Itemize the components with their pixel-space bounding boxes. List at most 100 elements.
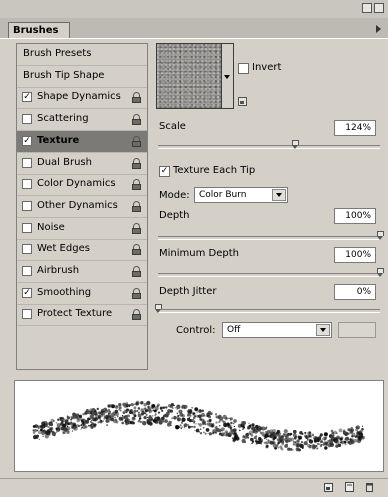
stroke-speck <box>221 430 223 432</box>
list-item[interactable]: Color Dynamics <box>17 174 147 197</box>
stroke-speck <box>141 412 144 416</box>
stroke-speck <box>144 412 147 415</box>
stroke-speck <box>319 433 323 437</box>
list-item[interactable]: Wet Edges <box>17 239 147 262</box>
stroke-speck <box>359 429 363 433</box>
flyout-menu-icon[interactable] <box>376 25 381 33</box>
stroke-speck <box>38 438 40 441</box>
list-item-checkbox[interactable] <box>22 157 32 168</box>
stroke-speck <box>206 414 209 418</box>
stroke-speck <box>191 418 195 423</box>
scale-slider-thumb[interactable] <box>292 140 300 149</box>
new-preset-icon[interactable] <box>238 97 247 106</box>
stroke-speck <box>107 413 110 416</box>
list-item[interactable]: Protect Texture <box>17 304 147 327</box>
list-item-checkbox[interactable]: ✓ <box>22 92 32 103</box>
list-item[interactable]: Scattering <box>17 109 147 132</box>
list-item-label: Brush Tip Shape <box>23 69 105 81</box>
scale-slider-track[interactable] <box>158 145 380 149</box>
stroke-speck <box>36 429 39 432</box>
control-select[interactable]: Off <box>222 322 332 338</box>
mode-select[interactable]: Color Burn <box>194 187 288 203</box>
list-item-checkbox[interactable] <box>22 179 32 190</box>
list-item-checkbox[interactable] <box>22 309 32 320</box>
list-item-checkbox[interactable] <box>22 244 32 255</box>
minimize-icon[interactable] <box>362 3 372 13</box>
depth-label: Depth <box>159 210 190 221</box>
stroke-speck <box>228 417 230 420</box>
depth-jitter-field[interactable]: 0% <box>334 284 376 300</box>
stroke-speck <box>277 446 280 449</box>
depth-field[interactable]: 100% <box>334 208 376 224</box>
depth-jitter-slider-track[interactable] <box>158 309 380 313</box>
stroke-speck <box>285 437 288 440</box>
stroke-speck <box>312 444 317 449</box>
lock-icon[interactable] <box>132 135 141 147</box>
minimum-depth-slider-track[interactable] <box>158 273 380 277</box>
list-item[interactable]: Other Dynamics <box>17 196 147 218</box>
stroke-speck <box>181 414 185 418</box>
list-item-checkbox[interactable] <box>22 200 32 211</box>
pattern-picker-button[interactable] <box>222 43 234 109</box>
invert-checkbox[interactable] <box>238 63 249 74</box>
list-item-checkbox[interactable]: ✓ <box>22 287 32 298</box>
list-item-checkbox[interactable] <box>22 266 32 276</box>
depth-slider-thumb[interactable] <box>376 231 384 240</box>
stroke-speck <box>93 423 97 427</box>
stroke-speck <box>122 402 126 407</box>
lock-icon[interactable] <box>132 266 141 277</box>
lock-icon[interactable] <box>132 157 141 169</box>
stroke-speck <box>147 406 150 409</box>
list-item[interactable]: Airbrush <box>17 261 147 283</box>
list-item[interactable]: ✓ Texture <box>17 130 147 153</box>
stroke-speck <box>134 403 136 405</box>
minimum-depth-field[interactable]: 100% <box>334 247 376 263</box>
list-item[interactable]: Dual Brush <box>17 153 147 175</box>
stroke-speck <box>130 403 134 407</box>
lock-icon[interactable] <box>132 114 141 126</box>
depth-jitter-slider-thumb[interactable] <box>154 304 162 313</box>
stroke-speck <box>345 436 350 441</box>
lock-icon[interactable] <box>132 244 141 256</box>
stroke-speck <box>146 416 149 419</box>
stroke-speck <box>56 423 61 428</box>
list-item[interactable]: ✓ Shape Dynamics <box>17 87 147 110</box>
list-item-checkbox[interactable] <box>22 114 32 125</box>
lock-icon[interactable] <box>132 287 141 299</box>
stroke-speck <box>88 410 93 415</box>
stroke-speck <box>196 411 199 413</box>
lock-icon[interactable] <box>132 179 141 191</box>
texture-pattern-swatch[interactable] <box>156 43 222 109</box>
chevron-down-icon[interactable] <box>272 189 286 201</box>
lock-icon[interactable] <box>132 200 141 212</box>
stroke-speck <box>199 432 203 435</box>
list-item[interactable]: Noise <box>17 218 147 240</box>
minimum-depth-slider-thumb[interactable] <box>376 268 384 277</box>
close-icon[interactable] <box>374 3 384 13</box>
depth-slider-track[interactable] <box>158 236 380 240</box>
list-item-checkbox[interactable]: ✓ <box>22 135 32 146</box>
list-item[interactable]: ✓ Smoothing <box>17 283 147 305</box>
stroke-speck <box>251 440 255 443</box>
chevron-down-icon[interactable] <box>316 324 330 336</box>
new-brush-icon[interactable] <box>344 481 355 492</box>
trash-icon[interactable] <box>364 481 375 492</box>
stroke-speck <box>283 429 288 434</box>
lock-icon[interactable] <box>132 92 141 104</box>
new-preset-icon[interactable] <box>324 481 335 492</box>
stroke-speck <box>214 413 218 416</box>
texture-each-tip-checkbox[interactable]: ✓ <box>159 166 170 177</box>
list-item[interactable]: Brush Presets <box>17 44 147 66</box>
stroke-speck <box>110 412 115 418</box>
stroke-speck <box>40 426 43 429</box>
list-item-checkbox[interactable] <box>22 222 32 233</box>
stroke-speck <box>282 438 285 440</box>
tab-brushes[interactable]: Brushes <box>8 22 70 39</box>
stroke-speck <box>129 404 131 406</box>
lock-icon[interactable] <box>132 309 141 321</box>
list-item[interactable]: Brush Tip Shape <box>17 66 147 88</box>
scale-field[interactable]: 124% <box>334 120 376 136</box>
stroke-speck <box>279 445 283 449</box>
stroke-speck <box>70 421 73 423</box>
lock-icon[interactable] <box>132 222 141 234</box>
